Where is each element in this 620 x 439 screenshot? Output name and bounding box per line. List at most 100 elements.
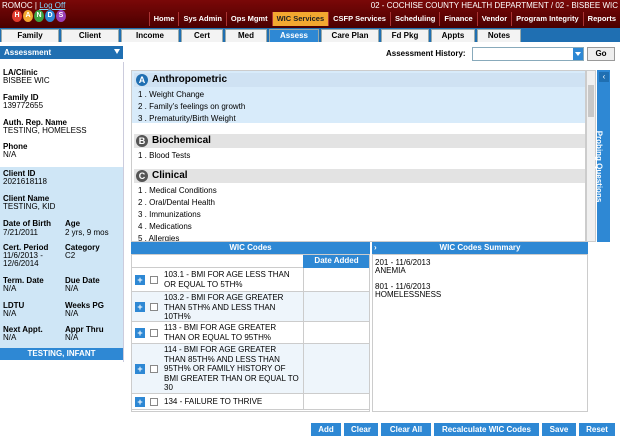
date-added-cell xyxy=(303,322,370,343)
nav-reports[interactable]: Reports xyxy=(582,12,620,26)
ldtu-value: N/A xyxy=(3,309,17,318)
category-item[interactable]: 5 . Allergies xyxy=(138,234,179,241)
reset-button[interactable]: Reset xyxy=(579,423,615,436)
letter-a-icon: A xyxy=(136,74,148,86)
letter-b-icon: B xyxy=(136,135,148,147)
recalculate-wic-codes-button[interactable]: Recalculate WIC Codes xyxy=(434,423,539,436)
nav-sys-admin[interactable]: Sys Admin xyxy=(178,12,225,26)
letter-c-icon: C xyxy=(136,170,148,182)
user-info: ROMOC | Log Off xyxy=(2,1,66,10)
category-header-b[interactable]: B Biochemical xyxy=(134,134,585,148)
tab-income[interactable]: Income xyxy=(121,29,179,42)
category-item[interactable]: 1 . Blood Tests xyxy=(138,151,190,160)
save-button[interactable]: Save xyxy=(542,423,576,436)
wic-code-row: + 103.2 - BMI FOR AGE GREATER THAN 5TH% … xyxy=(131,292,370,322)
date-added-header[interactable]: Date Added xyxy=(303,254,370,268)
username: ROMOC xyxy=(2,1,33,10)
add-button[interactable]: Add xyxy=(311,423,341,436)
row-checkbox[interactable] xyxy=(150,276,158,284)
wic-codes-header: WIC Codes xyxy=(131,242,370,254)
nav-csfp-services[interactable]: CSFP Services xyxy=(328,12,390,26)
app-header: ROMOC | Log Off H A N D S 02 - COCHISE C… xyxy=(0,0,620,28)
dob-value: 7/21/2011 xyxy=(3,228,38,237)
client-info-box: Client ID 2021618118 Client Name TESTING… xyxy=(0,167,123,355)
category-item[interactable]: 3 . Immunizations xyxy=(138,210,201,219)
add-icon[interactable]: + xyxy=(135,397,145,407)
age-value: 2 yrs, 9 mos xyxy=(65,228,109,237)
tab-care-plan[interactable]: Care Plan xyxy=(321,29,379,42)
clear-all-button[interactable]: Clear All xyxy=(381,423,431,436)
add-icon[interactable]: + xyxy=(135,364,145,374)
nav-wic-services[interactable]: WIC Services xyxy=(271,12,329,26)
family-id-value: 139772655 xyxy=(3,101,44,110)
clear-button[interactable]: Clear xyxy=(344,423,378,436)
wic-codes-summary-panel: 201 - 11/6/2013 ANEMIA 801 - 11/6/2013 H… xyxy=(372,254,588,412)
assessment-history-label: Assessment History: xyxy=(386,49,466,58)
category-item[interactable]: 1 . Weight Change xyxy=(138,90,204,99)
phone-value: N/A xyxy=(3,150,17,159)
logo-letter: N xyxy=(34,10,44,22)
wic-code-text: 134 - FAILURE TO THRIVE xyxy=(164,397,263,406)
row-checkbox[interactable] xyxy=(150,365,158,373)
assessment-history-select[interactable] xyxy=(472,47,584,61)
chevron-right-icon[interactable]: › xyxy=(374,242,377,254)
tab-cert[interactable]: Cert xyxy=(181,29,223,42)
row-checkbox[interactable] xyxy=(150,329,158,337)
category-value: C2 xyxy=(65,251,76,260)
category-item[interactable]: 4 . Medications xyxy=(138,222,192,231)
category-title: Anthropometric xyxy=(152,74,227,85)
next-appt-value: N/A xyxy=(3,333,17,342)
nav-scheduling[interactable]: Scheduling xyxy=(389,12,439,26)
scrollbar-thumb[interactable] xyxy=(588,85,594,117)
logo-letter: D xyxy=(45,10,55,22)
nav-ops-mgmt[interactable]: Ops Mgmt xyxy=(225,12,272,26)
category-item[interactable]: 2 . Family's feelings on growth xyxy=(138,102,245,111)
nav-finance[interactable]: Finance xyxy=(439,12,476,26)
add-icon[interactable]: + xyxy=(135,302,145,312)
main-nav: Home Sys Admin Ops Mgmt WIC Services CSF… xyxy=(148,12,620,26)
weeks-pg-value: N/A xyxy=(65,309,79,318)
tab-med[interactable]: Med xyxy=(225,29,267,42)
assessment-dropdown[interactable]: Assessment xyxy=(0,46,123,59)
category-item[interactable]: 1 . Medical Conditions xyxy=(138,186,217,195)
tab-notes[interactable]: Notes xyxy=(477,29,521,42)
date-added-cell xyxy=(303,268,370,291)
action-bar: Add Clear Clear All Recalculate WIC Code… xyxy=(0,423,620,437)
chevron-down-icon xyxy=(114,49,120,54)
nav-program-integrity[interactable]: Program Integrity xyxy=(511,12,583,26)
client-name-value: TESTING, KID xyxy=(3,202,56,211)
wic-code-row: + 134 - FAILURE TO THRIVE xyxy=(131,394,370,410)
tab-family[interactable]: Family xyxy=(1,29,59,42)
assessment-categories-panel: A Anthropometric 1 . Weight Change 2 . F… xyxy=(131,70,586,242)
tab-bar: Family Client Income Cert Med Assess Car… xyxy=(0,28,620,42)
tab-client[interactable]: Client xyxy=(61,29,119,42)
probing-questions-tab[interactable]: Probing Questions xyxy=(594,70,610,242)
category-item[interactable]: 3 . Prematurity/Birth Weight xyxy=(138,114,236,123)
wic-code-text: 114 - BMI FOR AGE GREATER THAN 85TH% AND… xyxy=(164,345,299,392)
chevron-left-icon[interactable]: ‹ xyxy=(599,72,609,82)
wic-codes-column-header: Date Added xyxy=(131,254,370,268)
client-type-badge: TESTING, INFANT xyxy=(0,348,123,360)
date-added-cell xyxy=(303,394,370,409)
logo-letter: S xyxy=(56,10,66,22)
category-header-c[interactable]: C Clinical xyxy=(134,169,585,183)
nav-home[interactable]: Home xyxy=(148,12,179,26)
client-sidebar: LA/Clinic BISBEE WIC Family ID 139772655… xyxy=(0,62,124,362)
logout-link[interactable]: Log Off xyxy=(39,1,65,10)
assessment-label: Assessment xyxy=(4,48,52,57)
appr-thru-value: N/A xyxy=(65,333,79,342)
row-checkbox[interactable] xyxy=(150,398,158,406)
row-checkbox[interactable] xyxy=(150,303,158,311)
tab-fd-pkg[interactable]: Fd Pkg xyxy=(381,29,429,42)
client-id-value: 2021618118 xyxy=(3,177,47,186)
add-icon[interactable]: + xyxy=(135,328,145,338)
go-button[interactable]: Go xyxy=(587,47,615,61)
add-icon[interactable]: + xyxy=(135,275,145,285)
la-clinic-value: BISBEE WIC xyxy=(3,76,50,85)
category-title: Clinical xyxy=(152,170,188,181)
tab-appts[interactable]: Appts xyxy=(431,29,475,42)
category-item[interactable]: 2 . Oral/Dental Health xyxy=(138,198,215,207)
nav-vendor[interactable]: Vendor xyxy=(476,12,511,26)
tab-assess[interactable]: Assess xyxy=(269,29,319,42)
category-header-a[interactable]: A Anthropometric xyxy=(134,73,585,87)
